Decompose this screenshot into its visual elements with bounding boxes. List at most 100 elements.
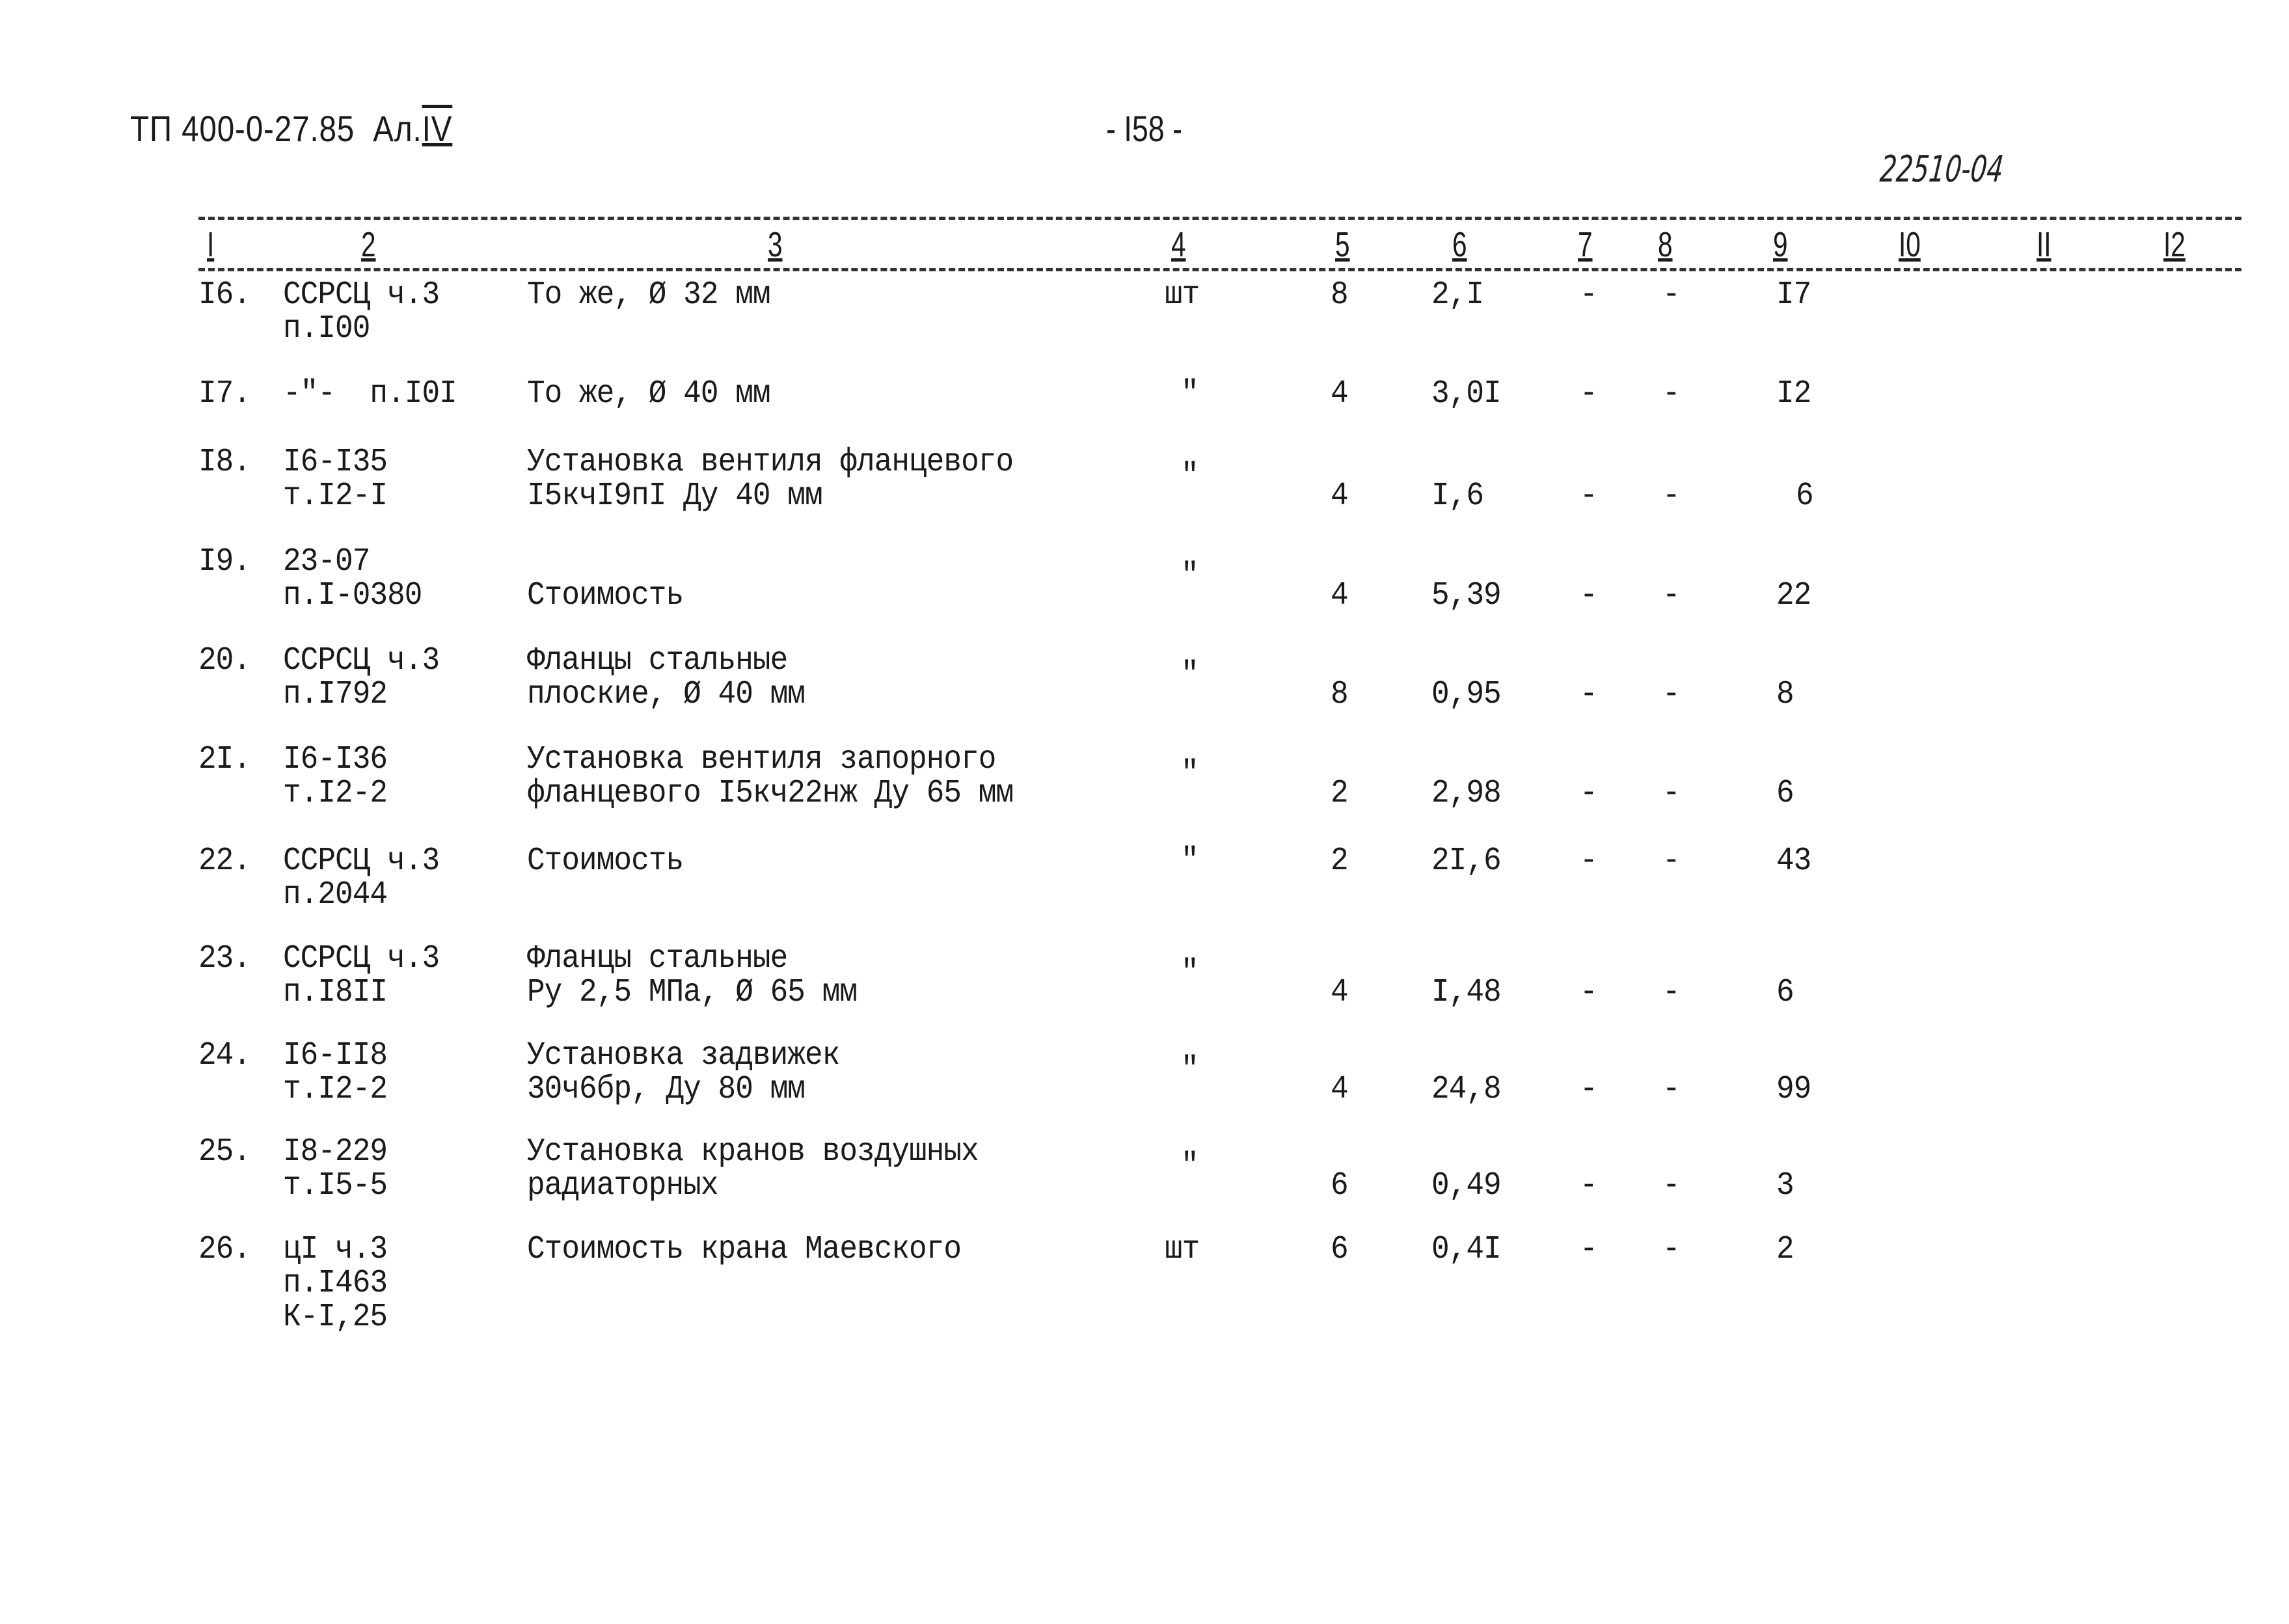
work-description: Установка вентиля запорного [527,741,996,778]
total-cost: 6 [1776,775,1795,812]
column-8-value: - [1662,974,1681,1011]
column-header-9: 9 [1773,225,1788,264]
column-header-5: 5 [1335,225,1350,264]
work-description: Установка задвижек [527,1037,840,1074]
row-number: I6. [198,277,251,314]
column-header-3: 3 [768,225,783,264]
column-7-value: - [1580,375,1598,413]
column-7-value: - [1580,843,1598,880]
norm-code: I6-I35 [283,444,388,481]
column-header-2: 2 [361,225,376,264]
total-cost: I2 [1776,375,1811,413]
column-header-6: 6 [1452,225,1467,264]
column-7-value: - [1580,277,1598,314]
unit: " [1181,558,1199,595]
page-number: - I58 - [1106,108,1183,149]
norm-code: п.I8II [283,974,388,1011]
norm-code: ССРСЦ ч.3 [283,940,440,977]
column-8-value: - [1662,1071,1681,1108]
column-8-value: - [1662,375,1681,413]
unit-price: 2,98 [1431,775,1502,812]
column-header-7: 7 [1578,225,1593,264]
unit: " [1181,1148,1199,1185]
album-number: IV [422,108,453,149]
norm-code: I8-229 [283,1133,388,1171]
column-8-value: - [1662,1231,1681,1268]
norm-code: I6-II8 [283,1037,388,1074]
row-number: I7. [198,375,251,413]
total-cost: 43 [1776,843,1811,880]
norm-code: п.I00 [283,310,370,347]
quantity: 2 [1331,843,1349,880]
table-header-divider [198,268,2242,271]
quantity: 4 [1331,478,1349,515]
work-description: Фланцы стальные [527,940,788,977]
unit-price: I,48 [1431,974,1502,1011]
unit: " [1181,843,1199,880]
work-description: плоские, Ø 40 мм [527,676,806,713]
column-header-12: I2 [2163,225,2186,264]
work-description: То же, Ø 32 мм [527,277,771,314]
unit: " [1181,954,1199,992]
norm-code: I6-I36 [283,741,388,778]
total-cost: I7 [1776,277,1811,314]
unit: шт [1165,277,1200,314]
unit-price: 2I,6 [1431,843,1502,880]
unit-price: 2,I [1431,277,1484,314]
work-description: Стоимость [527,577,684,614]
column-header-8: 8 [1658,225,1673,264]
row-number: 23. [198,940,251,977]
work-description: Установка вентиля фланцевого [527,444,1014,481]
unit: " [1181,375,1199,413]
unit: " [1181,656,1199,694]
norm-code: т.I2-2 [283,1071,388,1108]
column-7-value: - [1580,577,1598,614]
norm-code: т.I2-I [283,478,388,515]
row-number: 20. [198,642,251,679]
norm-code: п.I792 [283,676,388,713]
unit: " [1181,1051,1199,1089]
unit-price: I,6 [1431,478,1484,515]
work-description: То же, Ø 40 мм [527,375,771,413]
row-number: 24. [198,1037,251,1074]
norm-code: ССРСЦ ч.3 [283,277,440,314]
norm-code: т.I2-2 [283,775,388,812]
column-8-value: - [1662,577,1681,614]
work-description: Ру 2,5 МПа, Ø 65 мм [527,974,858,1011]
row-number: 25. [198,1133,251,1171]
norm-code: ССРСЦ ч.3 [283,642,440,679]
norm-code: п.2044 [283,876,388,914]
column-7-value: - [1580,1231,1598,1268]
work-description: Стоимость крана Маевского [527,1231,962,1268]
quantity: 4 [1331,375,1349,413]
row-number: 22. [198,843,251,880]
norm-code: ССРСЦ ч.3 [283,843,440,880]
work-description: фланцевого I5кч22нж Ду 65 мм [527,775,1014,812]
handwritten-stamp: 22510-04 [1878,148,2005,191]
row-number: 26. [198,1231,251,1268]
column-8-value: - [1662,843,1681,880]
column-7-value: - [1580,478,1598,515]
row-number: 2I. [198,741,251,778]
unit: " [1181,755,1199,792]
column-8-value: - [1662,775,1681,812]
unit-price: 5,39 [1431,577,1502,614]
column-8-value: - [1662,1167,1681,1204]
work-description: 30ч6бр, Ду 80 мм [527,1071,806,1108]
work-description: радиаторных [527,1167,718,1204]
work-description: Установка кранов воздушных [527,1133,979,1171]
column-header-1: I [207,225,215,264]
quantity: 6 [1331,1167,1349,1204]
norm-code: -"- п.I0I [283,375,457,413]
norm-code: п.I463 [283,1265,388,1302]
doc-code: ТП 400-0-27.85 [130,108,355,149]
quantity: 4 [1331,577,1349,614]
column-7-value: - [1580,676,1598,713]
total-cost: 99 [1776,1071,1811,1108]
norm-code: п.I-0380 [283,577,422,614]
column-8-value: - [1662,478,1681,515]
unit-price: 0,95 [1431,676,1502,713]
column-7-value: - [1580,1071,1598,1108]
document-code: ТП 400-0-27.85 Ал.IV [130,107,452,150]
norm-code: т.I5-5 [283,1167,388,1204]
